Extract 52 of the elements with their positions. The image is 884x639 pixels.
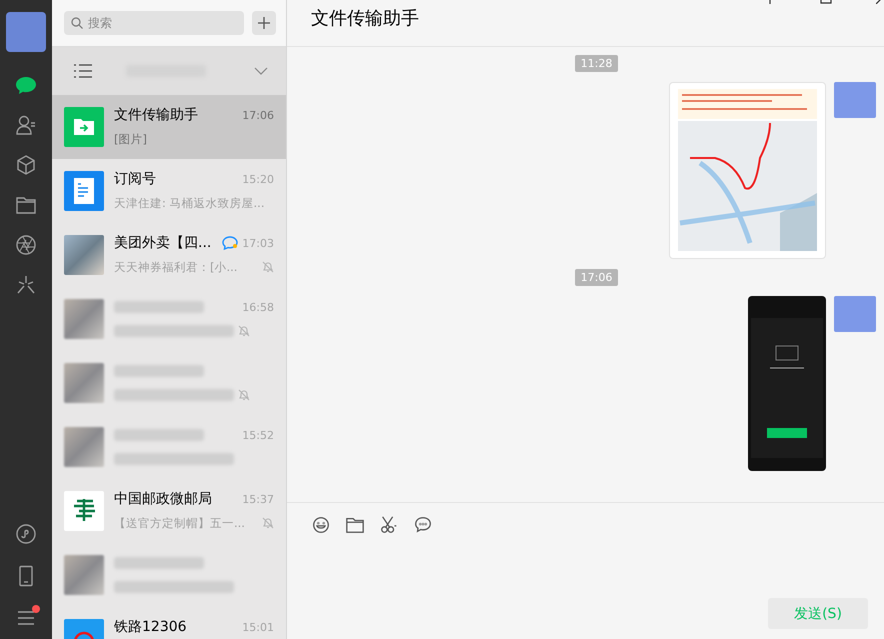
chat-time: 16:58 bbox=[242, 300, 274, 314]
message-preview: 天津住建: 马桶返水致房屋... bbox=[114, 196, 266, 210]
chat-list-item[interactable]: 美团外卖【四... 17:03 天天神券福利君：[小... bbox=[52, 223, 286, 287]
chat-icon[interactable] bbox=[15, 76, 37, 96]
blurred-avatar bbox=[64, 555, 104, 595]
blurred-avatar bbox=[64, 363, 104, 403]
map-image[interactable] bbox=[669, 82, 826, 259]
post-office-avatar bbox=[64, 491, 104, 531]
chevron-down-icon bbox=[254, 67, 268, 75]
plus-icon bbox=[258, 17, 270, 29]
message-preview: 天天神券福利君：[小... bbox=[114, 260, 238, 274]
chat-time: 17:03 bbox=[242, 236, 274, 250]
contacts-icon[interactable] bbox=[15, 114, 37, 136]
add-button[interactable] bbox=[252, 11, 276, 35]
chat-time: 15:37 bbox=[242, 492, 274, 506]
timestamp: 11:28 bbox=[574, 55, 618, 72]
chat-name: 订阅号 bbox=[114, 170, 157, 188]
group-avatar bbox=[64, 235, 104, 275]
scissors-icon[interactable] bbox=[379, 515, 399, 535]
aperture-icon[interactable] bbox=[15, 234, 37, 256]
chat-title: 文件传输助手 bbox=[311, 7, 419, 30]
sparkle-icon[interactable] bbox=[15, 274, 37, 296]
message-preview: [图片] bbox=[114, 132, 148, 146]
message-preview: 【送官方定制帽】五一... bbox=[114, 516, 246, 530]
list-icon bbox=[74, 64, 92, 78]
search-icon bbox=[71, 17, 83, 29]
chat-name: 美团外卖【四... bbox=[114, 234, 212, 252]
mini-program-icon[interactable] bbox=[15, 523, 37, 545]
phone-screenshot[interactable] bbox=[748, 296, 826, 471]
chat-list-item[interactable]: 铁路12306 15:01 bbox=[52, 607, 286, 639]
chat-list-item[interactable]: 订阅号 15:20 天津住建: 马桶返水致房屋... bbox=[52, 159, 286, 223]
folder-icon[interactable] bbox=[345, 515, 365, 535]
blurred-avatar bbox=[64, 299, 104, 339]
blurred-avatar bbox=[834, 296, 876, 332]
chat-time: 15:20 bbox=[242, 172, 274, 186]
file-transfer-avatar bbox=[64, 107, 104, 147]
chat-time: 15:01 bbox=[242, 620, 274, 634]
chat-time: 17:06 bbox=[242, 108, 274, 122]
chat-list-item[interactable]: 文件传输助手 17:06 [图片] bbox=[52, 95, 286, 159]
chat-name: 铁路12306 bbox=[114, 618, 188, 636]
chat-bubble-icon[interactable] bbox=[413, 515, 433, 535]
chat-list-item[interactable]: 中国邮政微邮局 15:37 【送官方定制帽】五一... bbox=[52, 479, 286, 543]
blurred-avatar bbox=[64, 427, 104, 467]
timestamp: 17:06 bbox=[574, 269, 618, 286]
blurred-avatar bbox=[834, 82, 876, 118]
chat-name: 文件传输助手 bbox=[114, 106, 199, 124]
chat-time: 15:52 bbox=[242, 428, 274, 442]
search-field[interactable]: 搜索 bbox=[64, 11, 244, 35]
subscription-avatar bbox=[64, 171, 104, 211]
emoji-icon[interactable] bbox=[311, 515, 331, 535]
cube-icon[interactable] bbox=[15, 154, 37, 176]
chat-name: 中国邮政微邮局 bbox=[114, 490, 213, 508]
